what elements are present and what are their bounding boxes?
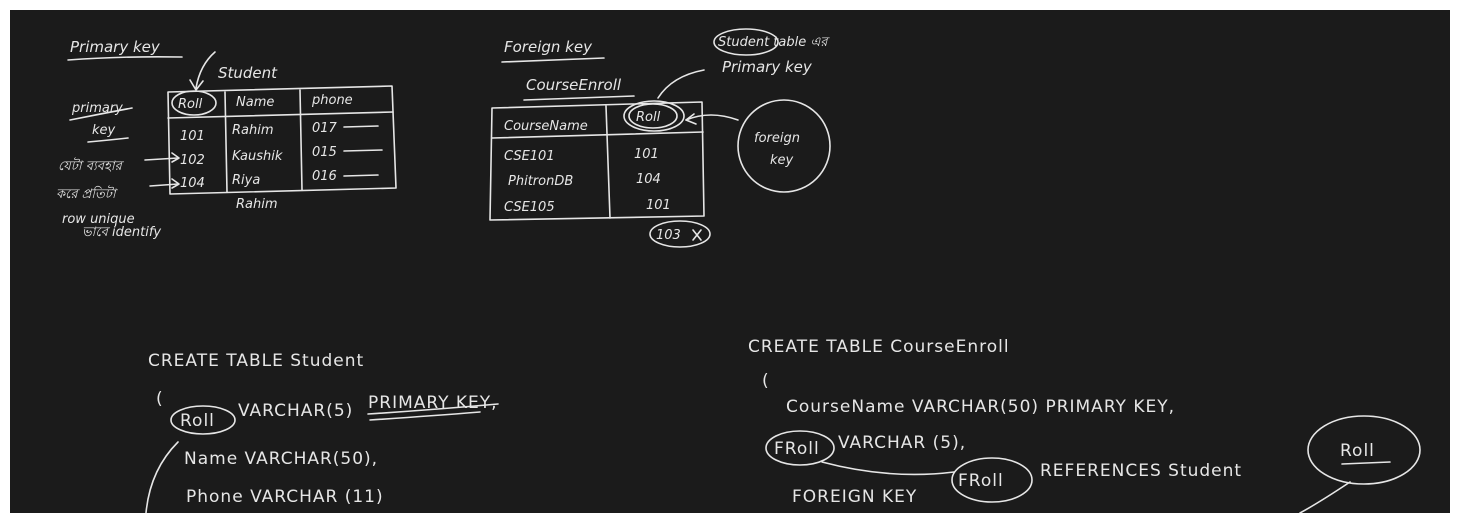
invalid-x-mark — [692, 229, 702, 241]
sql-fk-col: FRoll — [958, 471, 1004, 491]
title-underline — [67, 56, 183, 61]
student-arrow — [195, 51, 216, 89]
sql-course-create: CREATE TABLE CourseEnroll — [748, 337, 1010, 357]
student-row-2-phone: 015 — [312, 145, 337, 160]
sql-course-col2-type: VARCHAR (5), — [838, 433, 966, 453]
primary-key-title: Primary key — [70, 38, 161, 56]
sql-ref-link-line — [1299, 481, 1351, 513]
student-table-col-divider-1 — [224, 91, 228, 193]
sql-student-col1-type: VARCHAR(5) — [238, 401, 353, 421]
side-label-underline-2 — [87, 137, 129, 143]
sql-course-col1: CourseName VARCHAR(50) PRIMARY KEY, — [786, 397, 1175, 417]
course-header-roll: Roll — [636, 110, 661, 125]
foreign-key-section: Foreign key CourseEnroll CourseName Roll… — [489, 28, 831, 248]
student-row-3-name: Riya — [232, 173, 260, 188]
bangla-note-line-1: যেটা ব্যবহার — [58, 157, 125, 174]
sql-student-col1-name: Roll — [180, 411, 215, 431]
bangla-note-line-2: করে প্রতিটা — [56, 185, 119, 202]
sql-student-col3: Phone VARCHAR (11) — [186, 487, 384, 507]
note-arrow-2 — [149, 183, 179, 187]
course-row-2-name: PhitronDB — [508, 174, 573, 189]
foreign-key-circle — [737, 99, 831, 193]
foreign-key-circle-label-1: foreign — [754, 131, 800, 146]
course-table-name: CourseEnroll — [526, 76, 622, 94]
foreign-key-circle-label-2: key — [770, 153, 794, 168]
student-row-1-roll: 101 — [180, 129, 205, 144]
note-arrow-1 — [144, 157, 179, 161]
sql-froll-link-line — [821, 461, 955, 476]
fk-note-arrow — [657, 69, 705, 99]
sql-student-col2: Name VARCHAR(50), — [184, 449, 378, 469]
student-row-3-roll: 104 — [180, 176, 205, 191]
student-row-1-phone: 017 — [312, 121, 338, 136]
fk-circle-arrow — [685, 114, 739, 121]
sql-ref-col: Roll — [1340, 441, 1375, 461]
student-header-name: Name — [236, 95, 274, 110]
whiteboard: Primary key primary key যেটা ব্যবহার করে… — [10, 10, 1450, 513]
course-row-1-name: CSE101 — [504, 149, 555, 164]
course-row-2-roll: 104 — [636, 172, 661, 187]
fk-note-line-2: Primary key — [722, 58, 813, 76]
invalid-value: 103 — [656, 228, 681, 243]
primary-key-section: Primary key primary key যেটা ব্যবহার করে… — [56, 38, 397, 240]
sql-student-open-paren: ( — [156, 389, 164, 409]
foreign-title-underline — [501, 57, 605, 63]
fk-circle-arrowhead — [685, 113, 697, 125]
sql-course-col2-name: FRoll — [774, 439, 820, 459]
student-header-roll: Roll — [178, 97, 203, 112]
phone-dash-2 — [343, 149, 383, 152]
sql-student-create: CREATE TABLE Student — [148, 351, 364, 371]
sql-fk-keyword: FOREIGN KEY — [792, 487, 917, 507]
course-row-3-name: CSE105 — [504, 200, 555, 215]
course-header-coursename: CourseName — [504, 119, 588, 134]
sql-course-open-paren: ( — [762, 371, 770, 391]
sql-course-section: CREATE TABLE CourseEnroll ( CourseName V… — [748, 337, 1421, 513]
student-extra-name: Rahim — [236, 197, 278, 212]
fk-note-line-1: Student table এর — [718, 35, 830, 50]
foreign-key-title: Foreign key — [504, 38, 593, 56]
student-row-2-roll: 102 — [180, 153, 205, 168]
side-label-key: key — [92, 123, 116, 138]
course-row-1-roll: 101 — [634, 147, 659, 162]
student-table-name: Student — [218, 64, 278, 82]
phone-dash-1 — [343, 125, 379, 128]
student-table-col-divider-2 — [299, 89, 303, 191]
course-row-3-roll: 101 — [646, 198, 671, 213]
student-row-3-phone: 016 — [312, 169, 337, 184]
side-label-primary: primary — [71, 101, 123, 116]
sql-ref-col-underline — [1341, 461, 1391, 465]
whiteboard-drawing: Primary key primary key যেটা ব্যবহার করে… — [56, 28, 1421, 513]
student-row-1-name: Rahim — [232, 123, 274, 138]
course-table-underline — [523, 95, 635, 101]
course-table-col-divider — [605, 105, 611, 219]
sql-references: REFERENCES Student — [1040, 461, 1242, 481]
phone-dash-3 — [343, 174, 379, 177]
bangla-note-line-4: ভাবে identify — [82, 225, 161, 240]
sql-student-section: CREATE TABLE Student ( Roll VARCHAR(5) P… — [145, 351, 499, 513]
sql-roll-link-line — [145, 441, 179, 513]
student-row-2-name: Kaushik — [232, 149, 283, 164]
student-header-phone: phone — [311, 93, 353, 108]
